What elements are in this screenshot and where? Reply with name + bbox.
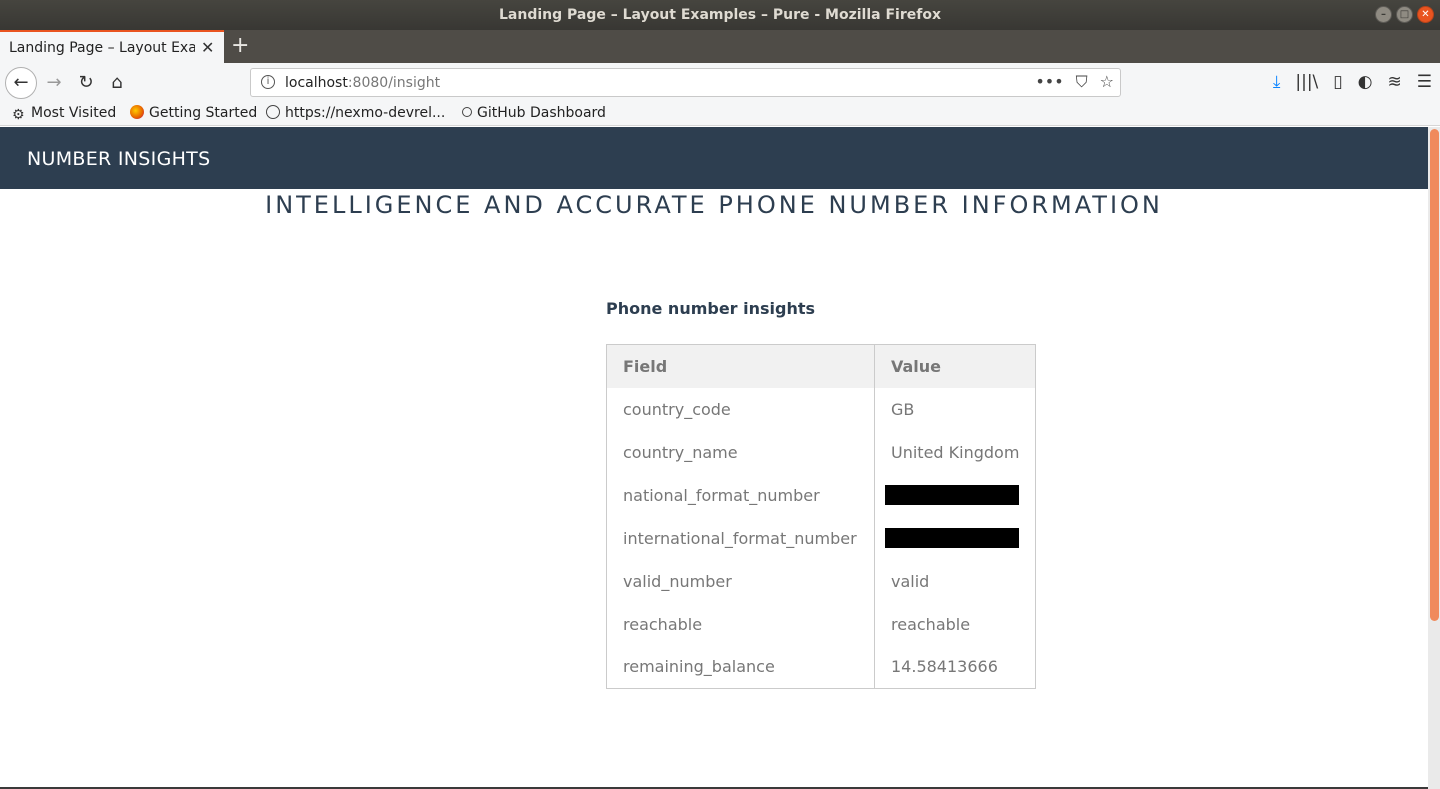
maximize-button[interactable]: □ (1396, 6, 1413, 23)
url-text[interactable]: localhost:8080/insight (285, 75, 440, 91)
value-cell: reachable (891, 614, 971, 634)
column-header-value: Value (874, 344, 1036, 388)
navigation-toolbar: ← → ↻ ⌂ i localhost:8080/insight ••• ⛉ ☆… (0, 63, 1440, 102)
menu-icon[interactable]: ☰ (1417, 72, 1432, 92)
bookmark-github-dashboard[interactable]: GitHub Dashboard (462, 105, 606, 121)
site-info-icon[interactable]: i (261, 75, 275, 89)
minimize-button[interactable]: – (1375, 6, 1392, 23)
field-cell: international_format_number (606, 516, 875, 560)
tab-title: Landing Page – Layout Examples (9, 40, 195, 56)
value-cell (875, 474, 1036, 517)
bookmark-nexmo-devrel[interactable]: https://nexmo-devrel... (266, 105, 445, 121)
tab-close-icon[interactable]: ✕ (201, 38, 214, 57)
new-tab-button[interactable]: + (231, 33, 249, 58)
reload-button[interactable]: ↻ (72, 69, 100, 97)
url-path: :8080/insight (347, 75, 441, 91)
redacted-value (885, 528, 1019, 549)
home-button[interactable]: ⌂ (103, 69, 131, 97)
forward-button[interactable]: → (40, 69, 68, 97)
bookmark-label: Most Visited (31, 105, 117, 121)
tab-strip: Landing Page – Layout Examples ✕ + (0, 30, 1440, 63)
table-row: country_name United Kingdom (606, 430, 1036, 474)
column-header-field: Field (606, 344, 875, 388)
value-cell (875, 517, 1036, 560)
url-host: localhost (285, 75, 348, 91)
site-brand[interactable]: NUMBER INSIGHTS (27, 148, 210, 170)
scrollbar-thumb[interactable] (1430, 129, 1439, 621)
page-actions-icon[interactable]: ••• (1035, 72, 1063, 92)
window-title: Landing Page – Layout Examples – Pure - … (499, 7, 941, 23)
extension-icon[interactable]: ◐ (1358, 72, 1373, 92)
field-cell: remaining_balance (606, 645, 875, 689)
url-bar[interactable]: i localhost:8080/insight ••• ⛉ ☆ (250, 68, 1121, 97)
field-cell: national_format_number (606, 473, 875, 517)
table-row: reachable reachable (606, 602, 1036, 646)
window-titlebar: Landing Page – Layout Examples – Pure - … (0, 0, 1440, 30)
gear-icon: ⚙ (12, 107, 25, 123)
tab-landing-page[interactable]: Landing Page – Layout Examples ✕ (0, 30, 224, 63)
page-viewport: NUMBER INSIGHTS INTELLIGENCE AND ACCURAT… (0, 127, 1440, 789)
bookmark-label: Getting Started (149, 105, 258, 121)
table-row: international_format_number (606, 516, 1036, 560)
table-row: valid_number valid (606, 559, 1036, 603)
globe-icon (266, 105, 280, 119)
github-icon (462, 107, 472, 117)
library-icon[interactable]: |||\ (1295, 72, 1318, 92)
redacted-value (885, 485, 1019, 506)
vertical-scrollbar[interactable] (1428, 127, 1440, 789)
value-cell: United Kingdom (891, 442, 1020, 462)
table-row: country_code GB (606, 387, 1036, 431)
table-row: remaining_balance 14.58413666 (606, 645, 1036, 689)
bookmark-star-icon[interactable]: ☆ (1100, 72, 1114, 92)
table-row: national_format_number (606, 473, 1036, 517)
value-cell: valid (891, 571, 930, 591)
bookmark-most-visited[interactable]: ⚙ Most Visited (12, 105, 117, 123)
value-cell: GB (891, 399, 915, 419)
insights-table: Field Value country_code GB country_name… (606, 344, 1037, 689)
bookmarks-toolbar: ⚙ Most Visited Getting Started https://ne… (0, 102, 1440, 126)
bookmark-label: GitHub Dashboard (477, 105, 606, 121)
toolbar-right: ⤓ |||\ ▯ ◐ ≋ ☰ (1273, 72, 1432, 92)
url-actions: ••• ⛉ ☆ (1035, 72, 1114, 92)
layers-icon[interactable]: ≋ (1388, 72, 1402, 92)
sidebar-icon[interactable]: ▯ (1333, 72, 1342, 92)
table-header-row: Field Value (606, 344, 1036, 388)
field-cell: reachable (606, 602, 875, 646)
page-tagline: INTELLIGENCE AND ACCURATE PHONE NUMBER I… (265, 191, 1163, 219)
pocket-icon[interactable]: ⛉ (1076, 72, 1088, 92)
window-controls: – □ ✕ (1375, 6, 1434, 23)
firefox-icon (130, 105, 144, 119)
field-cell: country_name (606, 430, 875, 474)
bookmark-getting-started[interactable]: Getting Started (130, 105, 257, 121)
bookmark-label: https://nexmo-devrel... (285, 105, 446, 121)
back-button[interactable]: ← (5, 67, 37, 99)
section-title: Phone number insights (606, 299, 816, 318)
field-cell: valid_number (606, 559, 875, 603)
field-cell: country_code (606, 387, 875, 431)
site-header: NUMBER INSIGHTS (0, 127, 1428, 189)
download-icon[interactable]: ⤓ (1273, 72, 1281, 92)
close-window-button[interactable]: ✕ (1417, 6, 1434, 23)
value-cell: 14.58413666 (891, 657, 998, 677)
